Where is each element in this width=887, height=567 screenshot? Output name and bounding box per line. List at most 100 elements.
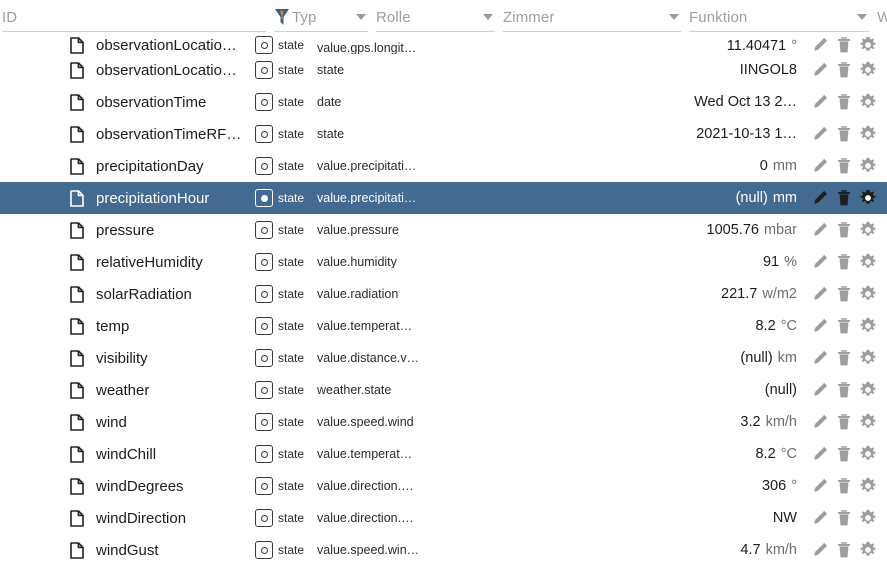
cell-id[interactable]: relativeHumidity — [0, 253, 255, 271]
cell-id[interactable]: precipitationHour — [0, 189, 255, 207]
pencil-icon[interactable] — [811, 509, 829, 527]
table-row[interactable]: precipitationHour state value.precipitati…… — [0, 182, 887, 214]
chevron-down-icon-rolle[interactable] — [483, 14, 493, 20]
table-row[interactable]: windChill state value.temperat… 8.2 °C — [0, 438, 887, 470]
trash-icon[interactable] — [835, 36, 853, 54]
table-row[interactable]: observationTimeRF… state state 2021-10-13 1… — [0, 118, 887, 150]
gear-icon[interactable] — [859, 445, 877, 463]
state-radio-icon[interactable] — [255, 189, 273, 207]
gear-icon[interactable] — [859, 36, 877, 54]
gear-icon[interactable] — [859, 317, 877, 335]
cell-typ[interactable]: state — [255, 93, 317, 111]
cell-typ[interactable]: state — [255, 157, 317, 175]
pencil-icon[interactable] — [811, 61, 829, 79]
table-row[interactable]: observationTime state date Wed Oct 13 2… — [0, 86, 887, 118]
cell-typ[interactable]: state — [255, 221, 317, 239]
cell-id[interactable]: windDirection — [0, 509, 255, 527]
cell-typ[interactable]: state — [255, 189, 317, 207]
trash-icon[interactable] — [835, 61, 853, 79]
gear-icon[interactable] — [859, 125, 877, 143]
trash-icon[interactable] — [835, 93, 853, 111]
pencil-icon[interactable] — [811, 93, 829, 111]
object-table-body[interactable]: observationLocatio… state value.gps.longit… — [0, 32, 887, 567]
pencil-icon[interactable] — [811, 477, 829, 495]
trash-icon[interactable] — [835, 509, 853, 527]
pencil-icon[interactable] — [811, 413, 829, 431]
gear-icon[interactable] — [859, 157, 877, 175]
pencil-icon[interactable] — [811, 189, 829, 207]
filter-cell-id[interactable]: ID — [0, 2, 272, 32]
cell-typ[interactable]: state — [255, 285, 317, 303]
cell-typ[interactable]: state — [255, 61, 317, 79]
trash-icon[interactable] — [835, 477, 853, 495]
cell-id[interactable]: observationTime — [0, 93, 255, 111]
cell-id[interactable]: observationTimeRF… — [0, 125, 255, 143]
table-row[interactable]: precipitationDay state value.precipitati… 0… — [0, 150, 887, 182]
cell-id[interactable]: pressure — [0, 221, 255, 239]
state-radio-icon[interactable] — [255, 36, 273, 54]
cell-typ[interactable]: state — [255, 317, 317, 335]
state-radio-icon[interactable] — [255, 381, 273, 399]
cell-typ[interactable]: state — [255, 381, 317, 399]
cell-id[interactable]: observationLocatio… — [0, 61, 255, 79]
pencil-icon[interactable] — [811, 285, 829, 303]
cell-typ[interactable]: state — [255, 349, 317, 367]
state-radio-icon[interactable] — [255, 125, 273, 143]
cell-id[interactable]: windDegrees — [0, 477, 255, 495]
gear-icon[interactable] — [859, 221, 877, 239]
cell-typ[interactable]: state — [255, 477, 317, 495]
cell-typ[interactable]: state — [255, 253, 317, 271]
pencil-icon[interactable] — [811, 381, 829, 399]
pencil-icon[interactable] — [811, 221, 829, 239]
gear-icon[interactable] — [859, 541, 877, 559]
trash-icon[interactable] — [835, 413, 853, 431]
pencil-icon[interactable] — [811, 541, 829, 559]
trash-icon[interactable] — [835, 221, 853, 239]
state-radio-icon[interactable] — [255, 413, 273, 431]
state-radio-icon[interactable] — [255, 509, 273, 527]
gear-icon[interactable] — [859, 349, 877, 367]
trash-icon[interactable] — [835, 125, 853, 143]
filter-cell-funktion[interactable]: Funktion — [687, 2, 875, 32]
cell-typ[interactable]: state — [255, 541, 317, 559]
table-row[interactable]: observationLocatio… state value.gps.longit… — [0, 32, 887, 54]
filter-cell-wert[interactable]: We — [875, 2, 887, 32]
gear-icon[interactable] — [859, 509, 877, 527]
chevron-down-icon-zimmer[interactable] — [669, 14, 679, 20]
table-row[interactable]: observationLocatio… state state IINGOL8 — [0, 54, 887, 86]
table-row[interactable]: wind state value.speed.wind 3.2 km/h — [0, 406, 887, 438]
trash-icon[interactable] — [835, 317, 853, 335]
gear-icon[interactable] — [859, 189, 877, 207]
gear-icon[interactable] — [859, 93, 877, 111]
pencil-icon[interactable] — [811, 157, 829, 175]
state-radio-icon[interactable] — [255, 285, 273, 303]
cell-id[interactable]: wind — [0, 413, 255, 431]
state-radio-icon[interactable] — [255, 61, 273, 79]
state-radio-icon[interactable] — [255, 317, 273, 335]
cell-id[interactable]: solarRadiation — [0, 285, 255, 303]
state-radio-icon[interactable] — [255, 93, 273, 111]
gear-icon[interactable] — [859, 413, 877, 431]
pencil-icon[interactable] — [811, 445, 829, 463]
cell-typ[interactable]: state — [255, 509, 317, 527]
cell-id[interactable]: windGust — [0, 541, 255, 559]
gear-icon[interactable] — [859, 253, 877, 271]
state-radio-icon[interactable] — [255, 157, 273, 175]
trash-icon[interactable] — [835, 253, 853, 271]
pencil-icon[interactable] — [811, 125, 829, 143]
table-row[interactable]: windGust state value.speed.win… 4.7 km/h — [0, 534, 887, 566]
gear-icon[interactable] — [859, 285, 877, 303]
trash-icon[interactable] — [835, 381, 853, 399]
trash-icon[interactable] — [835, 349, 853, 367]
filter-cell-rolle[interactable]: Rolle — [374, 2, 501, 32]
trash-icon[interactable] — [835, 157, 853, 175]
gear-icon[interactable] — [859, 381, 877, 399]
filter-cell-zimmer[interactable]: Zimmer — [501, 2, 687, 32]
trash-icon[interactable] — [835, 189, 853, 207]
pencil-icon[interactable] — [811, 36, 829, 54]
state-radio-icon[interactable] — [255, 349, 273, 367]
chevron-down-icon-funktion[interactable] — [857, 14, 867, 20]
cell-typ[interactable]: state — [255, 36, 317, 54]
funnel-icon[interactable] — [274, 8, 290, 26]
table-row[interactable]: solarRadiation state value.radiation 221.7 w… — [0, 278, 887, 310]
